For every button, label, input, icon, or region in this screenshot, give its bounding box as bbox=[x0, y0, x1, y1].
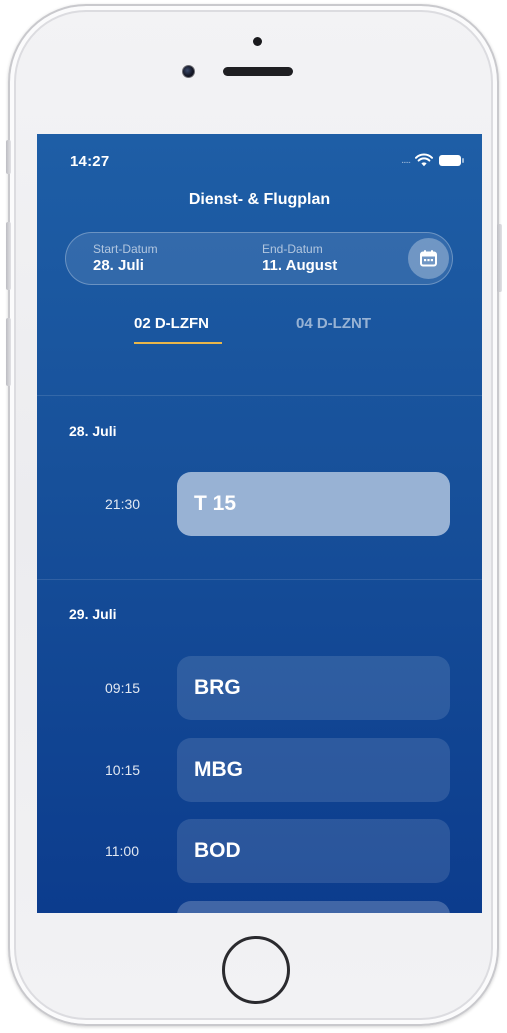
day-header: 28. Juli bbox=[69, 423, 117, 439]
flight-row: 09:15 BRG bbox=[37, 656, 482, 720]
flight-code: MBG bbox=[194, 758, 243, 781]
aircraft-tabs: 02 D-LZFN 04 D-LZNT bbox=[37, 315, 482, 355]
start-date[interactable]: Start-Datum 28. Juli bbox=[93, 242, 158, 275]
status-indicators: ..... bbox=[376, 153, 466, 168]
earpiece-speaker bbox=[223, 67, 293, 76]
status-bar: 14:27 ..... bbox=[37, 134, 482, 182]
day-header: 29. Juli bbox=[69, 606, 117, 622]
volume-up-button bbox=[6, 222, 11, 290]
app-screen: 14:27 ..... Dienst- & Flugplan Start-Dat… bbox=[37, 134, 482, 913]
status-time: 14:27 bbox=[70, 153, 110, 170]
flight-time: 09:15 bbox=[105, 680, 141, 696]
flight-card-selected[interactable]: T 15 bbox=[177, 472, 450, 536]
start-date-value: 28. Juli bbox=[93, 257, 144, 274]
flight-code: BOD bbox=[194, 839, 241, 862]
start-date-label: Start-Datum bbox=[93, 242, 158, 256]
power-button bbox=[497, 224, 502, 292]
volume-down-button bbox=[6, 318, 11, 386]
flight-code: T 15 bbox=[194, 492, 237, 515]
flight-time: 10:15 bbox=[105, 762, 141, 778]
section-divider bbox=[37, 395, 482, 396]
active-tab-indicator bbox=[134, 342, 222, 344]
proximity-sensor bbox=[253, 37, 262, 46]
flight-row: 21:30 T 15 bbox=[37, 472, 482, 536]
tab-04-d-lznt[interactable]: 04 D-LZNT bbox=[296, 315, 371, 342]
wifi-icon bbox=[415, 153, 433, 167]
flight-time: 21:30 bbox=[105, 496, 141, 512]
flight-code: BRG bbox=[194, 676, 241, 699]
page: 14:27 ..... Dienst- & Flugplan Start-Dat… bbox=[0, 0, 507, 1033]
flight-row-partial bbox=[37, 901, 482, 913]
end-date-label: End-Datum bbox=[262, 242, 323, 256]
calendar-icon bbox=[420, 250, 437, 267]
flight-time: 11:00 bbox=[105, 843, 139, 859]
mute-switch bbox=[6, 140, 11, 174]
flight-card[interactable] bbox=[177, 901, 450, 913]
flight-card[interactable]: BOD bbox=[177, 819, 450, 883]
tab-02-d-lzfn[interactable]: 02 D-LZFN bbox=[134, 315, 209, 342]
signal-strength-icon: ..... bbox=[401, 155, 411, 166]
page-title: Dienst- & Flugplan bbox=[188, 191, 331, 208]
flight-card[interactable]: BRG bbox=[177, 656, 450, 720]
flight-row: 11:00 BOD bbox=[37, 819, 482, 883]
calendar-button[interactable] bbox=[408, 238, 449, 279]
end-date[interactable]: End-Datum 11. August bbox=[262, 242, 337, 275]
front-camera bbox=[182, 65, 195, 78]
flight-card[interactable]: MBG bbox=[177, 738, 450, 802]
end-date-value: 11. August bbox=[262, 257, 338, 274]
home-button[interactable] bbox=[222, 936, 290, 1004]
date-range-selector[interactable]: Start-Datum 28. Juli End-Datum 11. Augus… bbox=[65, 232, 453, 285]
section-divider bbox=[37, 579, 482, 580]
battery-icon bbox=[439, 155, 466, 167]
flight-row: 10:15 MBG bbox=[37, 738, 482, 802]
